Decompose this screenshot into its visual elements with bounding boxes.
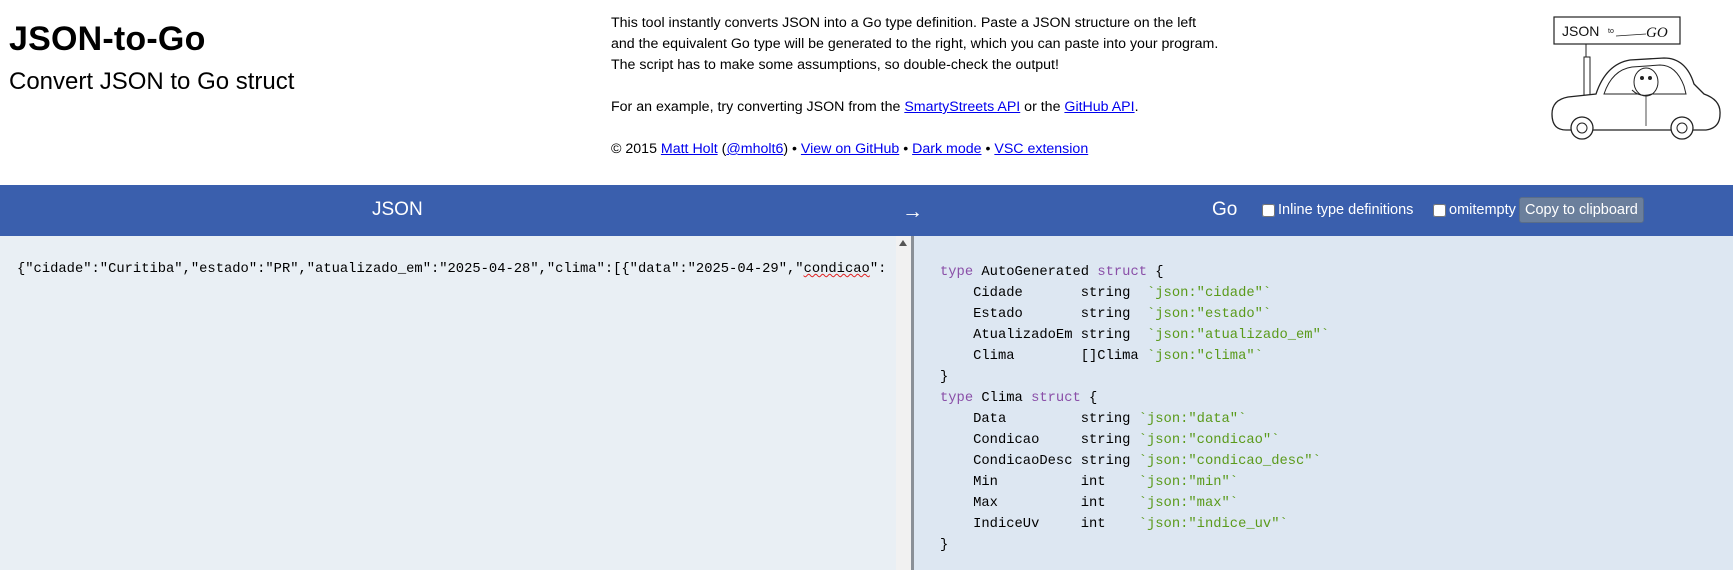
go-code-text: CondicaoDesc string	[940, 454, 1139, 469]
inline-type-definitions-checkbox[interactable]	[1262, 203, 1275, 217]
go-output-area[interactable]: type AutoGenerated struct { Cidade strin…	[914, 236, 1733, 570]
omitempty-checkbox[interactable]	[1433, 203, 1446, 217]
json-input-area[interactable]: {"cidade":"Curitiba","estado":"PR","atua…	[0, 236, 896, 570]
gopher-car-logo-icon: JSON to GO	[1551, 16, 1721, 140]
logo-json-text: JSON	[1562, 23, 1599, 39]
view-on-github-link[interactable]: View on GitHub	[801, 141, 899, 157]
go-code-text: Clima	[973, 391, 1032, 406]
go-code-text: Max int	[940, 496, 1139, 511]
go-code-line: }	[940, 367, 1329, 388]
go-struct-tag: `json:"min"`	[1138, 475, 1239, 490]
go-code-line: }	[940, 535, 1329, 556]
spellcheck-flagged-word: condicao	[803, 262, 870, 277]
copyright-text: © 2015	[611, 141, 661, 157]
go-code-line: CondicaoDesc string `json:"condicao_desc…	[940, 451, 1329, 472]
go-code-text: Cidade string	[940, 286, 1147, 301]
go-pane-label: Go	[1212, 199, 1238, 220]
github-api-link[interactable]: GitHub API	[1064, 99, 1134, 115]
go-code-text: AtualizadoEm string	[940, 328, 1147, 343]
go-code-line: Clima []Clima `json:"clima"`	[940, 346, 1329, 367]
go-code-line: Condicao string `json:"condicao"`	[940, 430, 1329, 451]
go-code-line: Max int `json:"max"`	[940, 493, 1329, 514]
go-struct-tag: `json:"clima"`	[1147, 349, 1263, 364]
close-paren: ) •	[783, 141, 801, 157]
example-suffix: .	[1134, 99, 1139, 115]
arrow-right-icon: →	[902, 200, 923, 223]
go-struct-tag: `json:"condicao"`	[1138, 433, 1280, 448]
intro-line-1: This tool instantly converts JSON into a…	[611, 15, 1197, 31]
go-code-text: Data string	[940, 412, 1139, 427]
example-mid: or the	[1020, 99, 1065, 115]
go-keyword: struct	[1031, 391, 1081, 406]
example-prefix: For an example, try converting JSON from…	[611, 99, 905, 115]
separator: •	[899, 141, 913, 157]
go-code-text: }	[940, 370, 949, 385]
json-scrollbar[interactable]	[896, 236, 911, 570]
go-keyword: type	[940, 391, 974, 406]
omitempty-option[interactable]: omitempty	[1433, 202, 1516, 218]
logo-go-text: GO	[1646, 25, 1668, 41]
go-code-text: Condicao string	[940, 433, 1139, 448]
toolbar: JSON → Go Inline type definitions omitem…	[0, 185, 1733, 236]
go-code-text: {	[1080, 391, 1098, 406]
go-code-text: Clima []Clima	[940, 349, 1147, 364]
go-keyword: type	[940, 265, 974, 280]
site-subtitle: Convert JSON to Go struct	[9, 68, 295, 95]
intro-text: This tool instantly converts JSON into a…	[611, 13, 1251, 160]
site-title: JSON-to-Go	[9, 20, 206, 58]
json-text-after: ":	[869, 262, 887, 277]
page-header: JSON-to-Go Convert JSON to Go struct Thi…	[0, 0, 1733, 184]
go-code-line: Data string `json:"data"`	[940, 409, 1329, 430]
json-pane-label: JSON	[372, 199, 423, 220]
twitter-handle-link[interactable]: @mholt6	[726, 141, 783, 157]
intro-paragraph: This tool instantly converts JSON into a…	[611, 13, 1251, 76]
smartystreets-api-link[interactable]: SmartyStreets API	[904, 99, 1020, 115]
example-paragraph: For an example, try converting JSON from…	[611, 97, 1251, 118]
go-code-line: type Clima struct {	[940, 388, 1329, 409]
footer-links: © 2015 Matt Holt (@mholt6) • View on Git…	[611, 139, 1251, 160]
go-code-line: Cidade string `json:"cidade"`	[940, 283, 1329, 304]
go-code-text: Min int	[940, 475, 1139, 490]
json-text-before: {"cidade":"Curitiba","estado":"PR","atua…	[17, 262, 804, 277]
go-code-text: IndiceUv int	[940, 517, 1139, 532]
scroll-up-arrow-icon[interactable]	[899, 240, 907, 246]
go-code-line: type AutoGenerated struct {	[940, 262, 1329, 283]
go-code-line: Min int `json:"min"`	[940, 472, 1329, 493]
go-struct-tag: `json:"cidade"`	[1147, 286, 1272, 301]
intro-line-3: The script has to make some assumptions,…	[611, 57, 1059, 73]
copy-to-clipboard-button[interactable]: Copy to clipboard	[1519, 197, 1644, 223]
go-code-text: Estado string	[940, 307, 1147, 322]
intro-line-2: and the equivalent Go type will be gener…	[611, 36, 1219, 52]
json-input-text[interactable]: {"cidade":"Curitiba","estado":"PR","atua…	[17, 262, 886, 277]
go-struct-tag: `json:"estado"`	[1147, 307, 1272, 322]
author-link[interactable]: Matt Holt	[661, 141, 718, 157]
separator: •	[981, 141, 995, 157]
go-struct-tag: `json:"atualizado_em"`	[1147, 328, 1330, 343]
go-code-line: Estado string `json:"estado"`	[940, 304, 1329, 325]
logo-to-text: to	[1608, 28, 1614, 35]
inline-type-definitions-option[interactable]: Inline type definitions	[1262, 202, 1413, 218]
go-code-line: IndiceUv int `json:"indice_uv"`	[940, 514, 1329, 535]
go-code-text: {	[1147, 265, 1164, 280]
dark-mode-link[interactable]: Dark mode	[912, 141, 981, 157]
go-struct-tag: `json:"data"`	[1138, 412, 1247, 427]
go-output-code[interactable]: type AutoGenerated struct { Cidade strin…	[940, 262, 1329, 556]
go-keyword: struct	[1097, 265, 1148, 280]
go-struct-tag: `json:"condicao_desc"`	[1138, 454, 1321, 469]
go-struct-tag: `json:"indice_uv"`	[1138, 517, 1288, 532]
omitempty-label: omitempty	[1449, 202, 1516, 218]
inline-type-definitions-label: Inline type definitions	[1278, 202, 1414, 218]
go-code-line: AtualizadoEm string `json:"atualizado_em…	[940, 325, 1329, 346]
go-code-text: }	[940, 538, 949, 553]
go-code-text: AutoGenerated	[973, 265, 1098, 280]
go-struct-tag: `json:"max"`	[1138, 496, 1239, 511]
vsc-extension-link[interactable]: VSC extension	[994, 141, 1088, 157]
